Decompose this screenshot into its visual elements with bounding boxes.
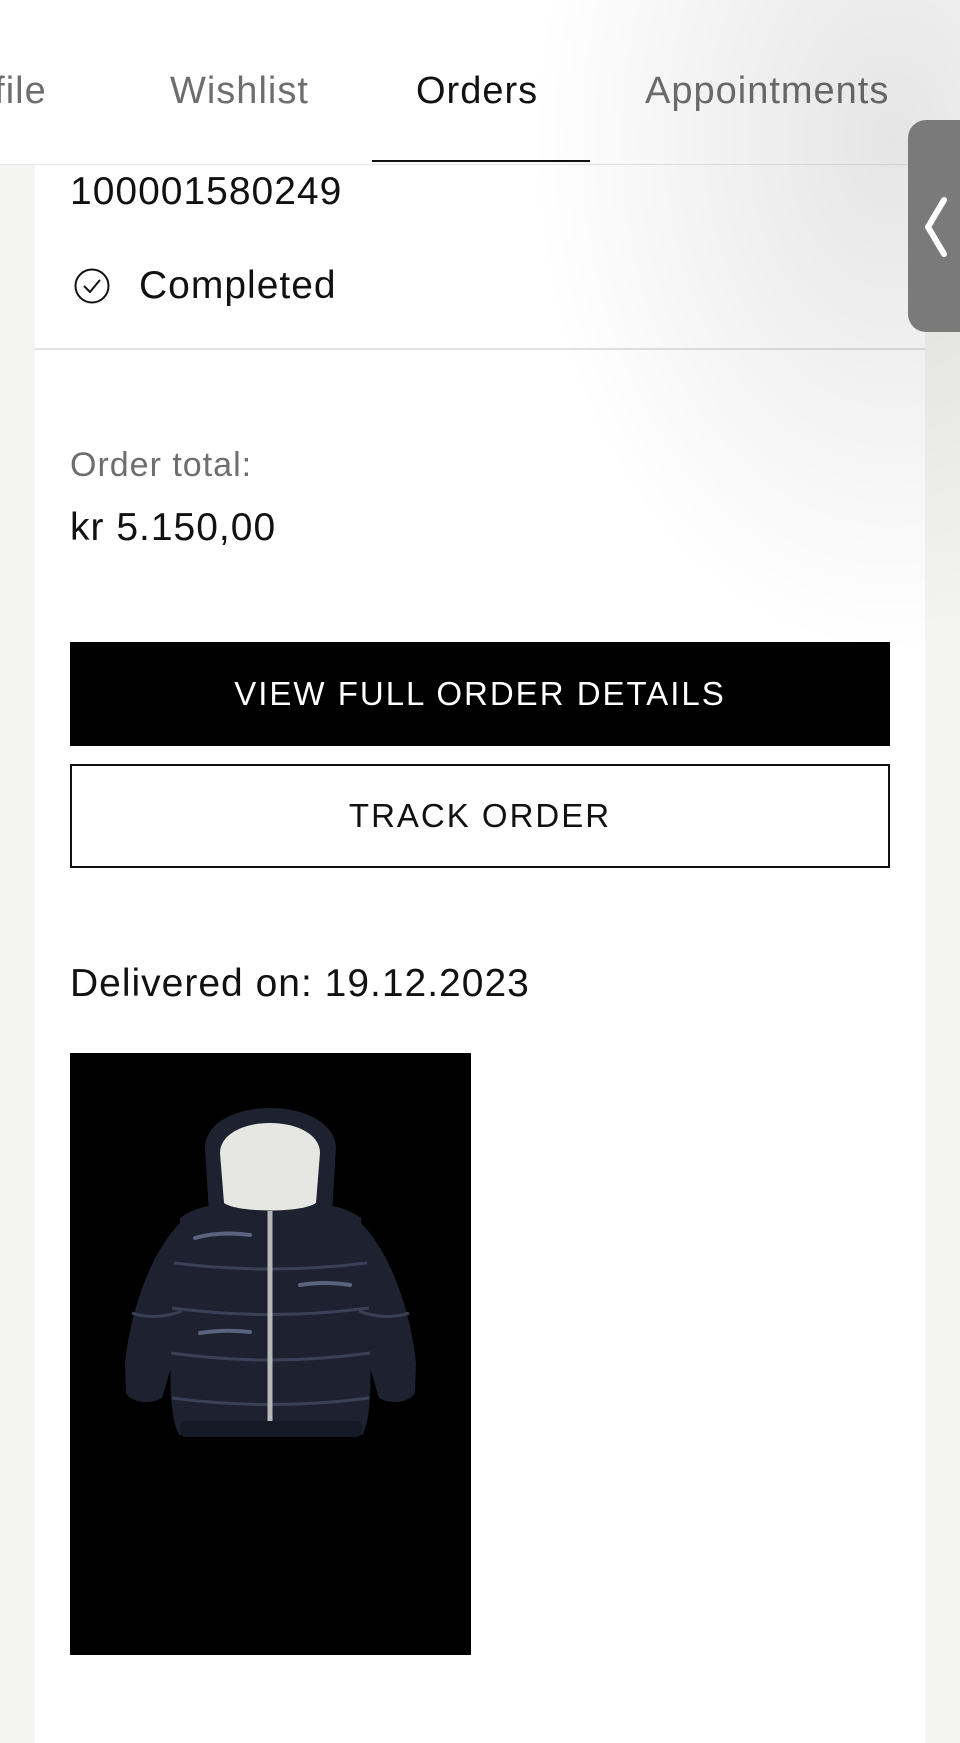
order-number: 100001580249	[70, 170, 343, 213]
order-card: 100001580249 Completed Order total: kr 5…	[35, 164, 925, 1743]
order-status: Completed	[73, 264, 337, 308]
tab-wishlist[interactable]: Wishlist	[170, 70, 309, 113]
product-image[interactable]	[70, 1053, 471, 1655]
track-order-button[interactable]: TRACK ORDER	[70, 764, 890, 868]
side-panel-handle[interactable]	[908, 120, 960, 332]
order-total-label: Order total:	[70, 446, 253, 484]
active-tab-indicator	[372, 160, 590, 162]
account-tab-bar: ofile Wishlist Orders Appointments	[0, 0, 960, 165]
chevron-left-icon	[925, 197, 947, 257]
view-full-order-details-button[interactable]: VIEW FULL ORDER DETAILS	[70, 642, 890, 746]
divider	[35, 348, 925, 350]
order-status-label: Completed	[139, 264, 337, 307]
tab-orders[interactable]: Orders	[416, 70, 538, 113]
tab-profile[interactable]: ofile	[0, 70, 47, 113]
check-circle-icon	[73, 267, 111, 305]
tab-appointments[interactable]: Appointments	[645, 70, 889, 113]
puffer-jacket-image	[125, 1108, 416, 1437]
order-total-value: kr 5.150,00	[70, 506, 277, 549]
delivery-date: Delivered on: 19.12.2023	[70, 962, 530, 1005]
